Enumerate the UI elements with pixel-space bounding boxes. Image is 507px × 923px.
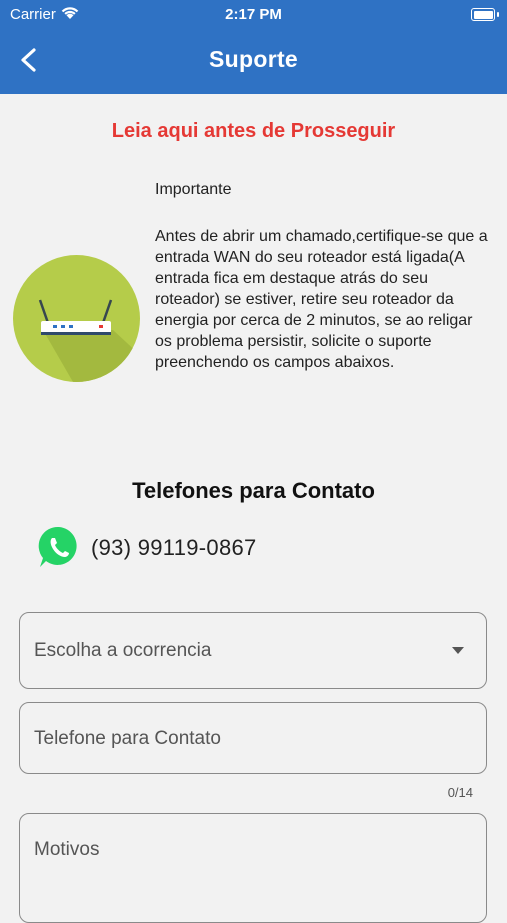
clock: 2:17 PM xyxy=(225,6,282,23)
whatsapp-icon[interactable] xyxy=(36,524,82,570)
occurrence-dropdown[interactable]: Escolha a ocorrencia xyxy=(19,612,487,689)
router-icon xyxy=(13,255,140,382)
occurrence-placeholder: Escolha a ocorrencia xyxy=(34,640,212,661)
reasons-textarea[interactable]: Motivos xyxy=(19,813,487,923)
dropdown-arrow-icon xyxy=(452,647,464,654)
phone-char-counter: 0/14 xyxy=(447,785,473,800)
phone-input[interactable]: Telefone para Contato xyxy=(19,702,487,774)
status-bar: Carrier 2:17 PM xyxy=(0,0,507,30)
reasons-placeholder: Motivos xyxy=(34,839,100,860)
notice-body: Antes de abrir um chamado,certifique-se … xyxy=(155,228,488,371)
page-title: Suporte xyxy=(209,46,298,72)
contact-phone[interactable]: (93) 99119-0867 xyxy=(91,535,257,561)
battery-icon xyxy=(471,8,499,21)
app-bar: Carrier 2:17 PM Suporte xyxy=(0,0,507,94)
notice-heading: Leia aqui antes de Prosseguir xyxy=(111,120,396,142)
phone-placeholder: Telefone para Contato xyxy=(34,728,221,749)
notice-label: Importante xyxy=(155,181,232,198)
contacts-title: Telefones para Contato xyxy=(132,478,375,503)
